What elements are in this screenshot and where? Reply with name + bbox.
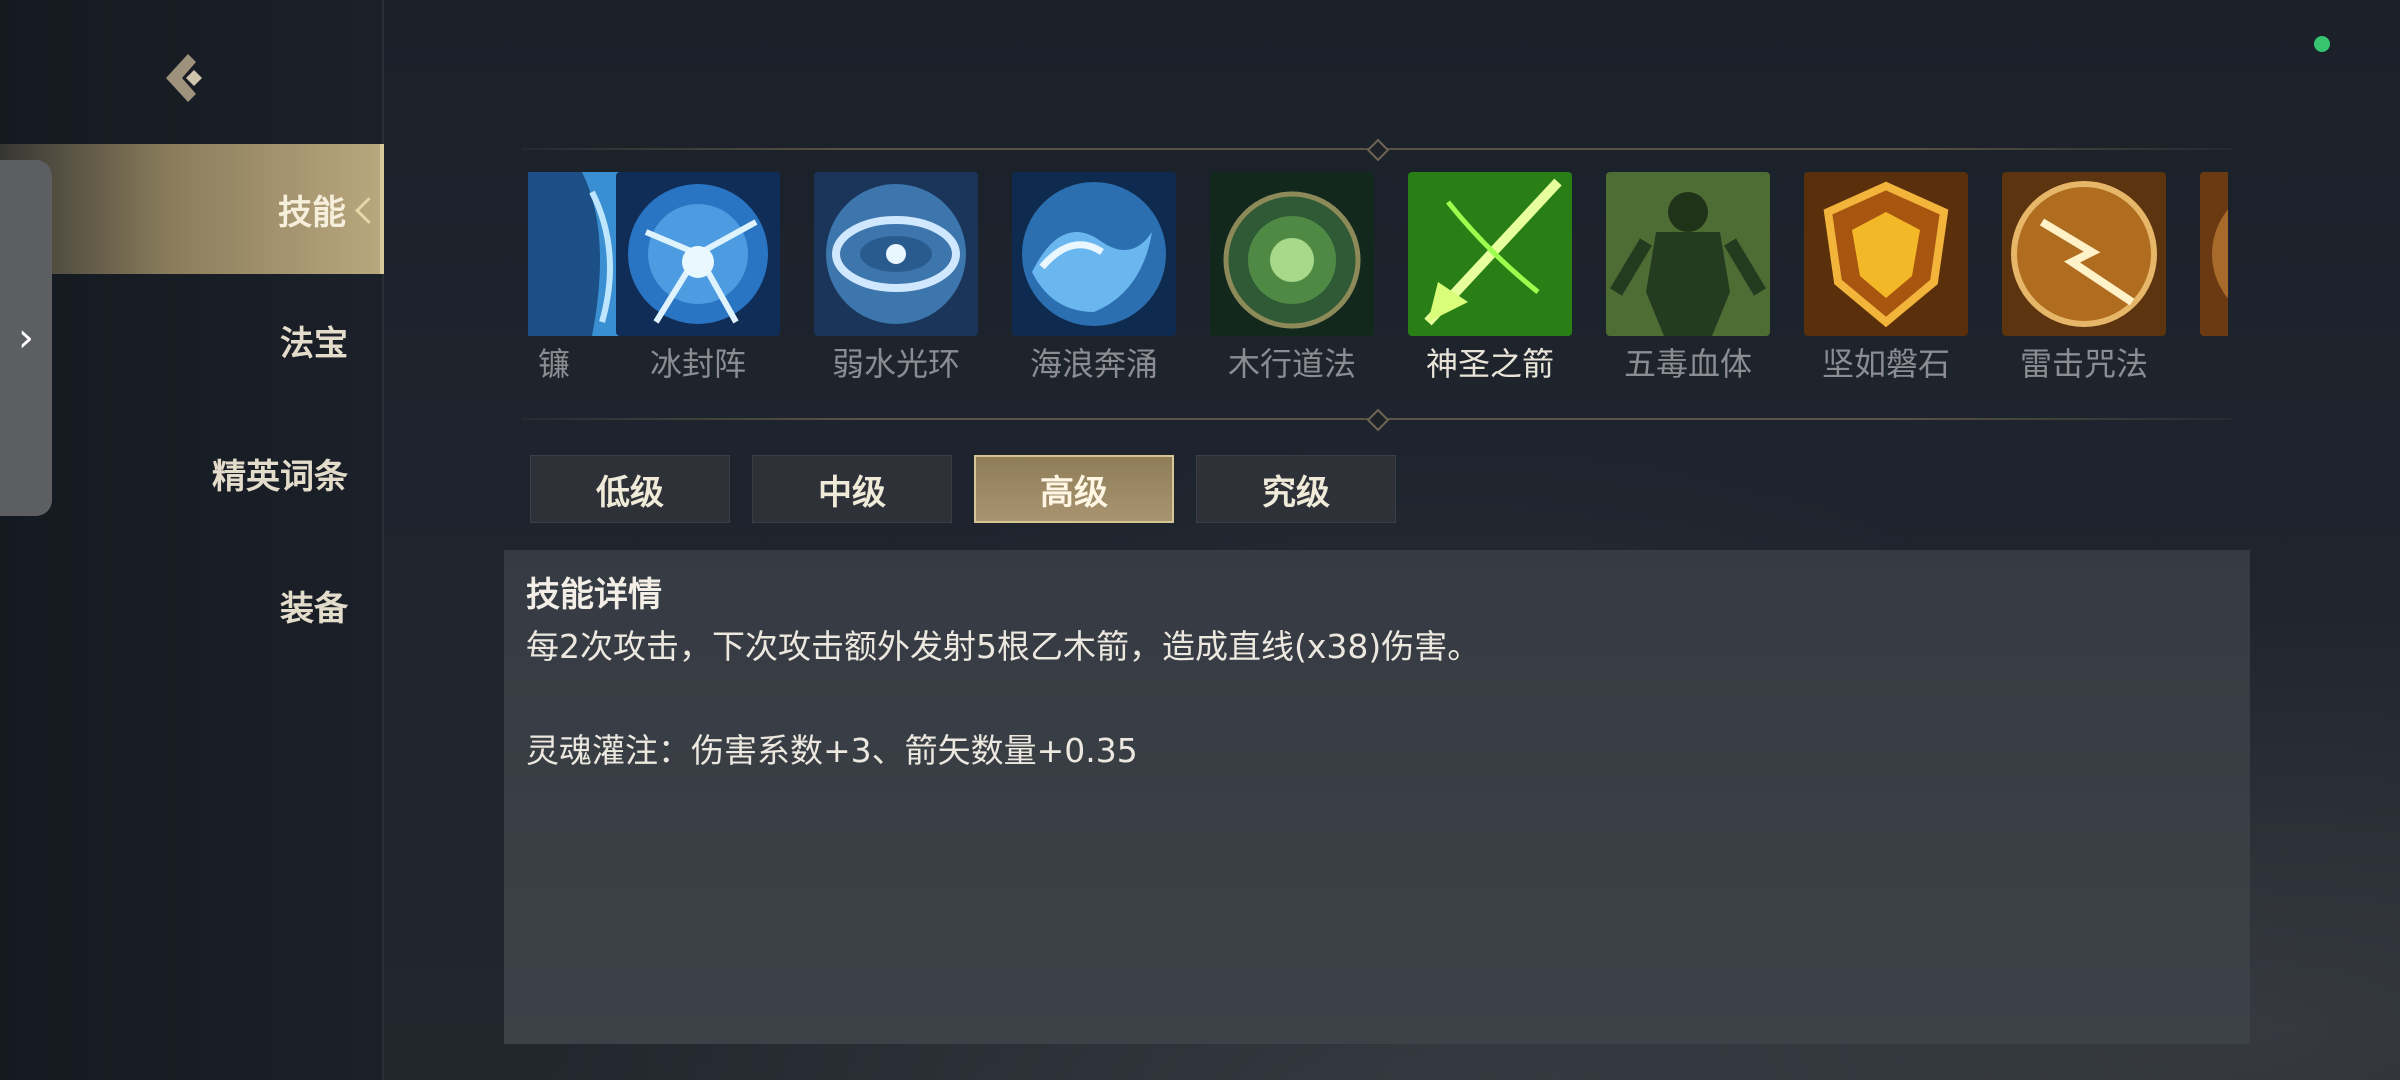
skill-label: 海浪奔涌 xyxy=(1029,345,1158,383)
holy-arrow-icon xyxy=(1408,172,1572,336)
tab-level-mid[interactable]: 中级 xyxy=(752,455,952,523)
rock-shield-icon xyxy=(1804,172,1968,336)
skill-label: 木行道法 xyxy=(1227,345,1356,383)
tab-level-ultimate[interactable]: 究级 xyxy=(1196,455,1396,523)
skill-compendium-screen: 技能 法宝 精英词条 装备 › 镰 冰封阵 弱水光环 海浪奔涌 木行道法 神圣之… xyxy=(0,0,2400,1080)
skill-item[interactable]: 坚如磐石 xyxy=(1804,172,1968,392)
earth-skill-partial-icon xyxy=(2200,172,2228,336)
sidebar-item-elite-affixes[interactable]: 精英词条 xyxy=(0,408,382,538)
sidebar-item-label: 法宝 xyxy=(280,323,348,364)
skill-item[interactable]: 五毒血体 xyxy=(1606,172,1770,392)
skill-label: 神圣之箭 xyxy=(1425,345,1554,383)
skill-label: 雷击咒法 xyxy=(2019,345,2148,383)
ice-array-icon xyxy=(616,172,780,336)
back-chevron-icon xyxy=(166,54,202,102)
ocean-wave-icon xyxy=(1012,172,1176,336)
back-button[interactable] xyxy=(150,44,218,112)
sidebar-item-label: 精英词条 xyxy=(212,456,348,497)
status-indicator xyxy=(2314,36,2330,52)
sidebar-item-label: 技能 xyxy=(278,192,346,233)
water-halo-icon xyxy=(814,172,978,336)
sidebar-item-label: 装备 xyxy=(280,588,348,629)
divider-ornament-icon xyxy=(1366,138,1390,162)
category-sidebar: 技能 法宝 精英词条 装备 xyxy=(0,0,384,1080)
skill-item[interactable]: 后 xyxy=(2200,172,2228,392)
side-drawer-handle[interactable]: › xyxy=(0,160,52,516)
skill-item[interactable]: 弱水光环 xyxy=(814,172,978,392)
detail-description: 每2次攻击，下次攻击额外发射5根乙木箭，造成直线(x38)伤害。 xyxy=(526,627,1481,666)
detail-soul-infusion: 灵魂灌注：伤害系数+3、箭矢数量+0.35 xyxy=(526,731,1138,770)
skill-item[interactable]: 海浪奔涌 xyxy=(1012,172,1176,392)
tab-level-low[interactable]: 低级 xyxy=(530,455,730,523)
lightning-spell-icon xyxy=(2002,172,2166,336)
detail-title: 技能详情 xyxy=(526,575,662,615)
skill-label: 冰封阵 xyxy=(649,345,746,383)
skill-label: 弱水光环 xyxy=(831,345,960,383)
skill-label: 坚如磐石 xyxy=(1821,345,1950,383)
skill-item[interactable]: 木行道法 xyxy=(1210,172,1374,392)
skill-item-selected[interactable]: 神圣之箭 xyxy=(1408,172,1572,392)
tab-level-high[interactable]: 高级 xyxy=(974,455,1174,523)
skill-item[interactable]: 雷击咒法 xyxy=(2002,172,2166,392)
wood-dao-icon xyxy=(1210,172,1374,336)
skill-item[interactable]: 冰封阵 xyxy=(616,172,780,392)
skill-label: 五毒血体 xyxy=(1623,345,1752,383)
sidebar-item-equipment[interactable]: 装备 xyxy=(0,540,382,670)
sidebar-item-skills[interactable]: 技能 xyxy=(0,144,384,274)
chevron-right-icon: › xyxy=(18,315,34,361)
skill-label: 后 xyxy=(2180,338,2228,390)
divider-ornament-icon xyxy=(1366,408,1390,432)
sidebar-item-treasures[interactable]: 法宝 xyxy=(0,275,382,405)
skill-list: 镰 冰封阵 弱水光环 海浪奔涌 木行道法 神圣之箭 五毒血体 坚如磐石 雷击咒法 xyxy=(528,172,2228,392)
active-marker-icon xyxy=(355,197,382,224)
skill-detail-panel: 技能详情 每2次攻击，下次攻击额外发射5根乙木箭，造成直线(x38)伤害。 灵魂… xyxy=(504,550,2250,1044)
poison-body-icon xyxy=(1606,172,1770,336)
